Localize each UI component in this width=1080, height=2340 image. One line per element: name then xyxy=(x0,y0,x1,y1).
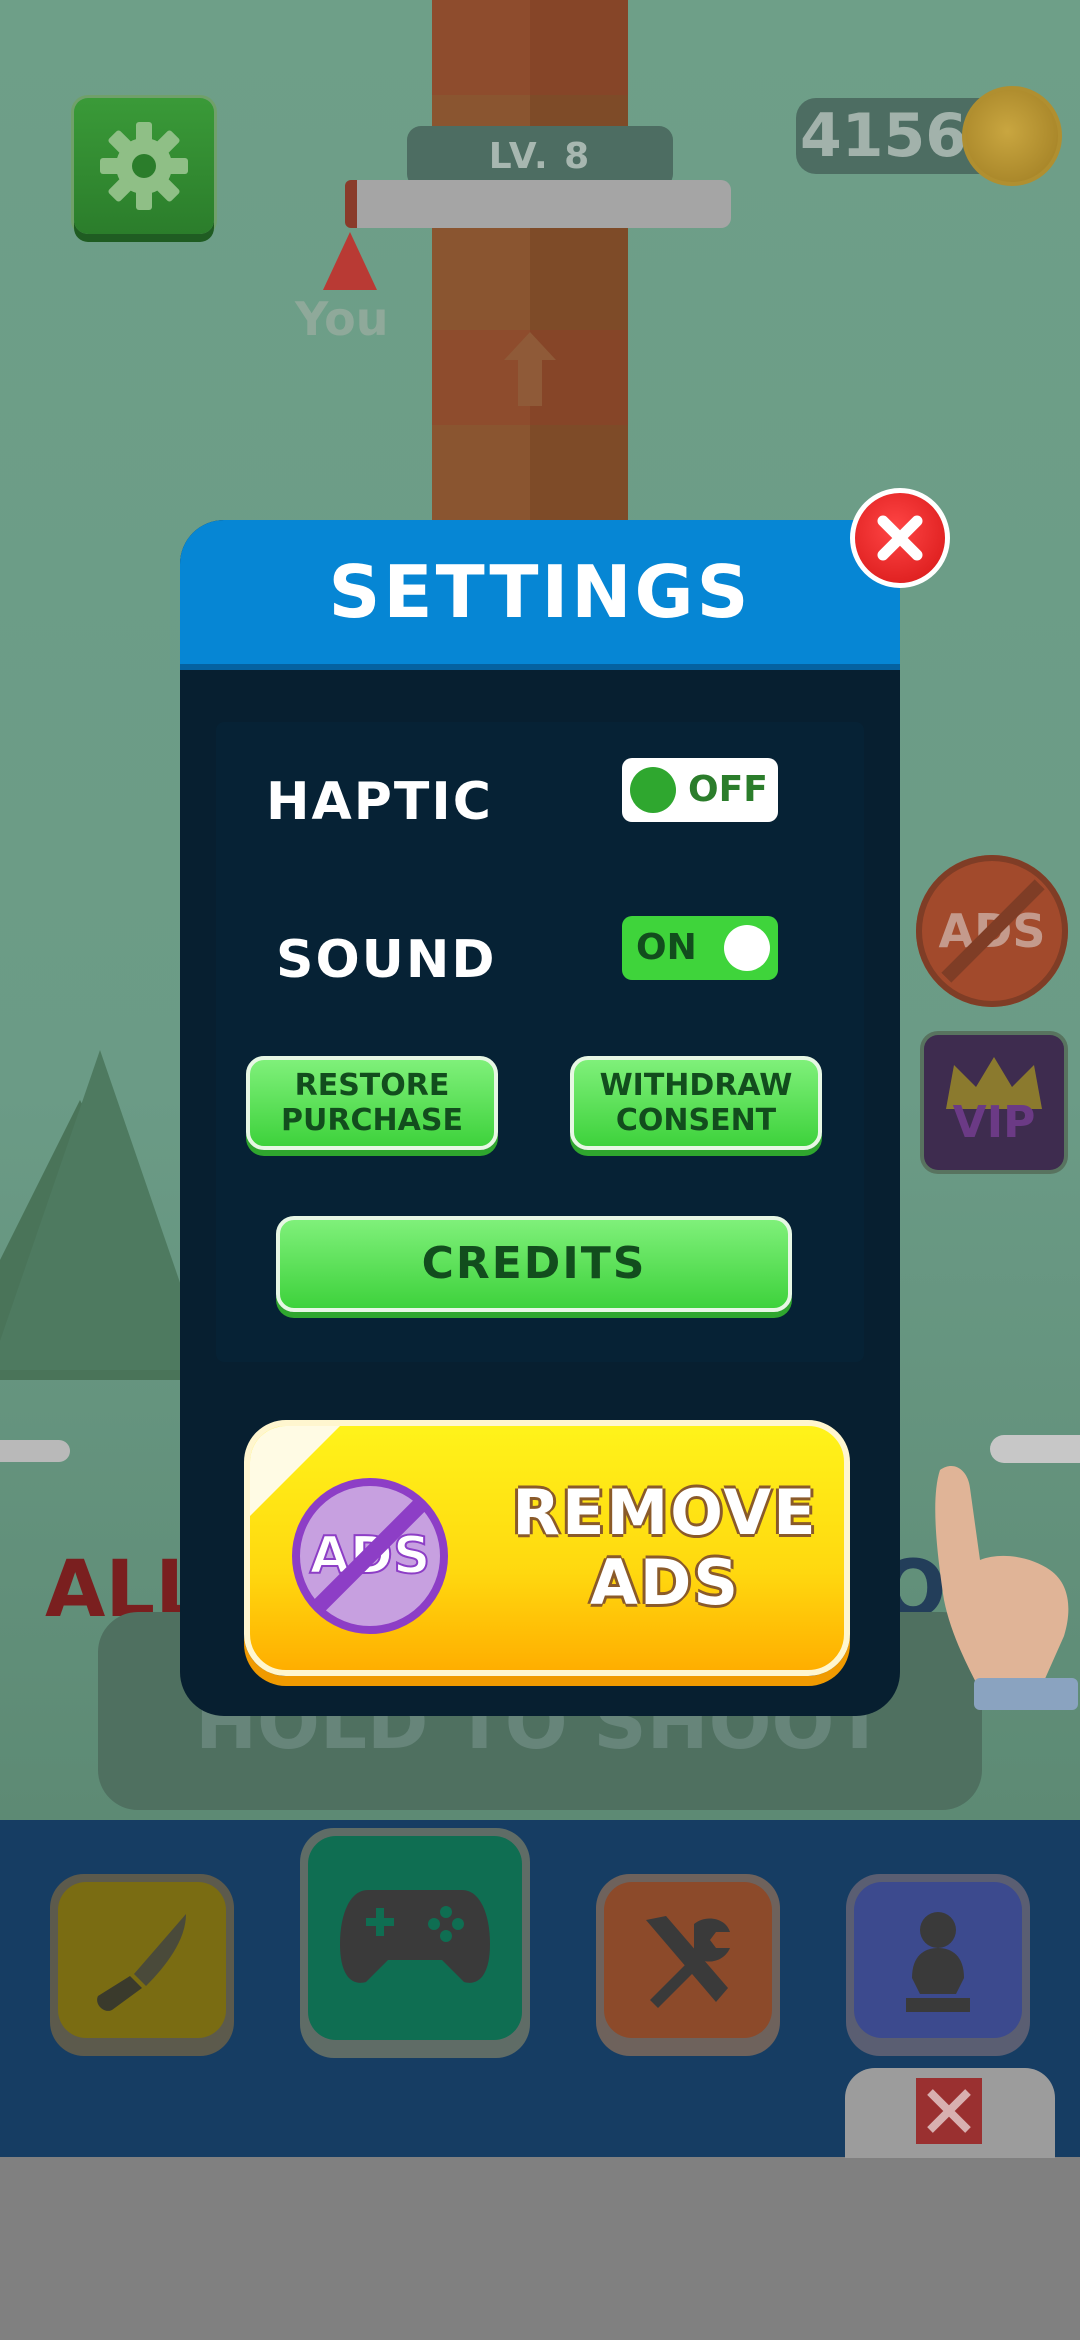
remove-ads-button[interactable]: ADS REMOVE ADS xyxy=(244,1420,850,1676)
sound-toggle[interactable]: ON xyxy=(622,916,778,980)
restore-purchase-button[interactable]: RESTORE PURCHASE xyxy=(246,1056,498,1150)
withdraw-consent-button[interactable]: WITHDRAW CONSENT xyxy=(570,1056,822,1150)
sound-toggle-knob xyxy=(724,925,770,971)
withdraw-consent-line1: WITHDRAW xyxy=(599,1068,793,1103)
remove-ads-label: REMOVE ADS xyxy=(500,1478,830,1618)
restore-purchase-line1: RESTORE xyxy=(294,1068,450,1103)
haptic-toggle-state: OFF xyxy=(688,769,768,810)
sound-label: SOUND xyxy=(276,930,497,990)
credits-button[interactable]: CREDITS xyxy=(276,1216,792,1312)
remove-ads-line2: ADS xyxy=(589,1546,741,1619)
close-icon xyxy=(877,515,923,561)
remove-ads-line1: REMOVE xyxy=(512,1476,818,1549)
settings-dialog: SETTINGS HAPTIC OFF SOUND ON RESTORE PUR… xyxy=(180,520,900,1716)
settings-header: SETTINGS xyxy=(180,520,900,670)
no-ads-icon: ADS xyxy=(292,1478,448,1634)
haptic-label: HAPTIC xyxy=(266,772,493,832)
haptic-toggle[interactable]: OFF xyxy=(622,758,778,822)
sound-toggle-state: ON xyxy=(636,927,697,968)
close-settings-button[interactable] xyxy=(850,488,950,588)
withdraw-consent-line2: CONSENT xyxy=(615,1103,777,1138)
restore-purchase-line2: PURCHASE xyxy=(281,1103,463,1138)
haptic-toggle-knob xyxy=(630,767,676,813)
settings-options-panel: HAPTIC OFF SOUND ON RESTORE PURCHASE WIT… xyxy=(216,722,864,1362)
settings-title: SETTINGS xyxy=(328,550,752,634)
